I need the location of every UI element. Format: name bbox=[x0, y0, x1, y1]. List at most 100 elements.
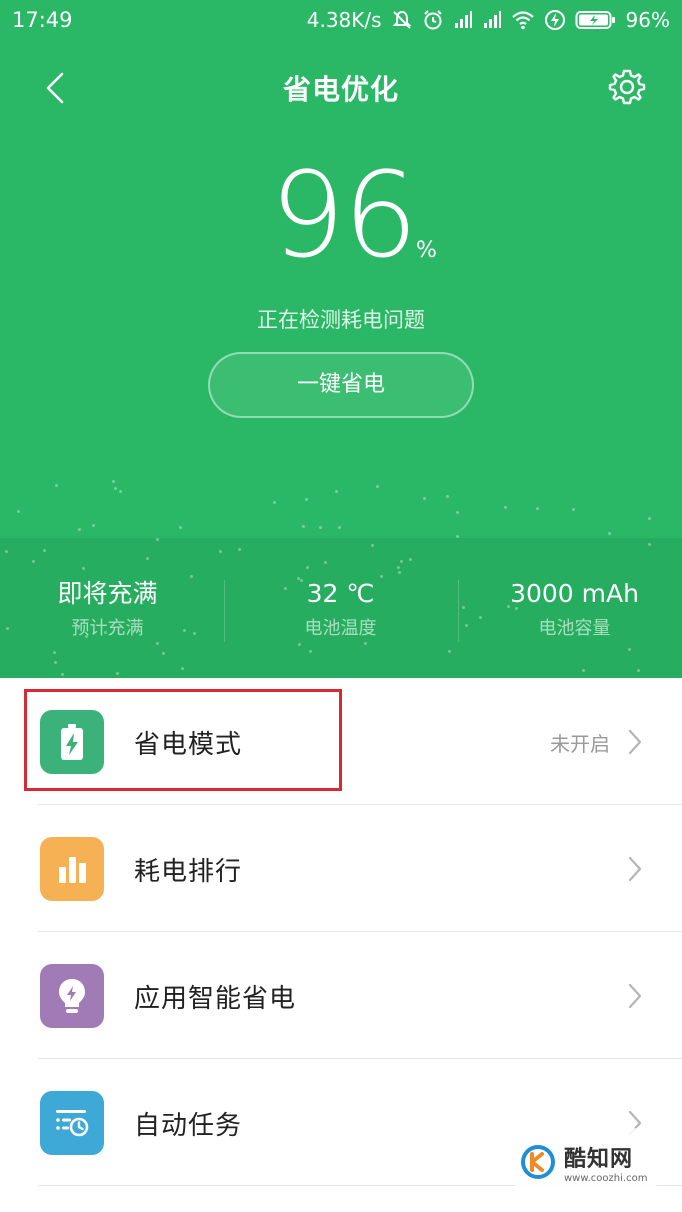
sparkle-dot bbox=[17, 510, 20, 513]
network-speed: 4.38K/s bbox=[306, 8, 382, 32]
sparkle-dot bbox=[398, 571, 401, 574]
sparkle-dot bbox=[116, 672, 119, 675]
sparkle-dot bbox=[43, 549, 46, 552]
sparkle-dot bbox=[55, 484, 58, 487]
menu-item-smart-app-saving[interactable]: 应用智能省电 bbox=[0, 932, 682, 1059]
sparkle-dot bbox=[397, 566, 400, 569]
menu-item-label: 省电模式 bbox=[134, 730, 243, 760]
sparkle-dot bbox=[371, 544, 374, 547]
sparkle-dot bbox=[305, 498, 308, 501]
sparkle-dot bbox=[53, 651, 56, 654]
one-tap-save-button[interactable]: 一键省电 bbox=[208, 352, 474, 418]
sparkle-dot bbox=[456, 511, 459, 514]
status-bar: 17:49 4.38K/s 96% bbox=[0, 0, 682, 40]
menu-item-label: 自动任务 bbox=[134, 1111, 243, 1141]
bulb-icon bbox=[40, 964, 104, 1028]
sparkle-dot bbox=[181, 667, 184, 670]
bar-chart-icon bbox=[40, 837, 104, 901]
sparkle-dot bbox=[78, 528, 81, 531]
sparkle-dot bbox=[637, 669, 640, 672]
stat-value: 即将充满 bbox=[57, 579, 158, 608]
charging-icon bbox=[544, 10, 565, 30]
status-time: 17:49 bbox=[12, 8, 73, 32]
menu-item-label: 耗电排行 bbox=[134, 857, 243, 887]
watermark: 酷知网 www.coozhi.com bbox=[506, 1128, 666, 1196]
stat-divider bbox=[458, 580, 459, 642]
sparkle-dot bbox=[61, 673, 64, 676]
sparkle-dot bbox=[119, 490, 122, 493]
battery-bolt-icon bbox=[40, 710, 104, 774]
stat-label: 预计充满 bbox=[71, 618, 144, 639]
stat-label: 电池容量 bbox=[538, 618, 611, 639]
status-icons: 4.38K/s 96% bbox=[307, 8, 670, 32]
sparkle-dot bbox=[156, 642, 159, 645]
menu-item-status: 未开启 bbox=[550, 732, 610, 756]
sparkle-dot bbox=[156, 538, 159, 541]
alarm-icon bbox=[423, 10, 442, 30]
sparkle-dot bbox=[114, 487, 117, 490]
coozhi-logo-icon bbox=[521, 1145, 555, 1179]
sparkle-dot bbox=[146, 557, 149, 560]
sparkle-dot bbox=[298, 643, 301, 646]
stat-divider bbox=[224, 580, 225, 642]
sparkle-dot bbox=[423, 497, 426, 500]
sparkle-dot bbox=[302, 525, 305, 528]
stat-value: 32 ℃ bbox=[306, 579, 375, 608]
sparkle-dot bbox=[338, 526, 341, 529]
stat-temperature: 32 ℃ 电池温度 bbox=[227, 576, 454, 640]
chevron-right-icon bbox=[628, 856, 642, 882]
sparkle-dot bbox=[536, 507, 539, 510]
sparkle-dot bbox=[324, 561, 327, 564]
signal-icon bbox=[483, 11, 501, 28]
sparkle-dot bbox=[648, 543, 651, 546]
sparkle-dot bbox=[319, 526, 322, 529]
sparkle-dot bbox=[92, 524, 95, 527]
sparkle-dot bbox=[456, 535, 459, 538]
battery-level-value: 96 bbox=[270, 146, 418, 284]
mute-icon bbox=[392, 10, 411, 29]
sparkle-dot bbox=[82, 567, 85, 570]
signal-icon bbox=[454, 11, 472, 28]
menu-item-power-ranking[interactable]: 耗电排行 bbox=[0, 805, 682, 932]
sparkle-dot bbox=[572, 508, 575, 511]
stat-capacity: 3000 mAh 电池容量 bbox=[461, 576, 682, 640]
sparkle-dot bbox=[648, 517, 651, 520]
battery-percent: 96% bbox=[625, 8, 670, 32]
sparkle-dot bbox=[376, 485, 379, 488]
menu-item-power-save-mode[interactable]: 省电模式 未开启 bbox=[0, 678, 682, 805]
sparkle-dot bbox=[179, 526, 182, 529]
stat-value: 3000 mAh bbox=[510, 579, 639, 608]
chevron-right-icon bbox=[628, 729, 642, 755]
settings-button[interactable] bbox=[606, 66, 648, 108]
sparkle-dot bbox=[273, 501, 276, 504]
battery-icon bbox=[575, 11, 615, 29]
sparkle-dot bbox=[112, 480, 115, 483]
sparkle-dot bbox=[306, 566, 309, 569]
sparkle-dot bbox=[335, 490, 338, 493]
sparkle-dot bbox=[628, 648, 631, 651]
sparkle-dot bbox=[504, 506, 507, 509]
stat-label: 电池温度 bbox=[304, 618, 377, 639]
sparkle-dot bbox=[446, 495, 449, 498]
sparkle-dot bbox=[364, 642, 367, 645]
sparkle-dot bbox=[582, 669, 585, 672]
sparkle-dot bbox=[32, 560, 35, 563]
sparkle-dot bbox=[219, 550, 222, 553]
chevron-right-icon bbox=[628, 983, 642, 1009]
page-title: 省电优化 bbox=[282, 73, 399, 106]
stat-charge-eta: 即将充满 预计充满 bbox=[0, 576, 221, 640]
sparkle-dot bbox=[409, 558, 412, 561]
detect-status-text: 正在检测耗电问题 bbox=[257, 308, 425, 332]
watermark-text: 酷知网 www.coozhi.com bbox=[564, 1141, 647, 1184]
sparkle-dot bbox=[448, 650, 451, 653]
menu-item-label: 应用智能省电 bbox=[134, 984, 297, 1014]
task-clock-icon bbox=[40, 1091, 104, 1155]
sparkle-dot bbox=[400, 560, 403, 563]
sparkle-dot bbox=[5, 550, 8, 553]
sparkle-dot bbox=[162, 652, 165, 655]
sparkle-dot bbox=[54, 661, 57, 664]
wifi-icon bbox=[511, 11, 534, 30]
sparkle-dot bbox=[309, 650, 312, 653]
watermark-url: www.coozhi.com bbox=[564, 1172, 648, 1184]
battery-hero: 17:49 4.38K/s 96% 省电优化 96 % 正在检测耗电问题 一键省… bbox=[0, 0, 682, 678]
